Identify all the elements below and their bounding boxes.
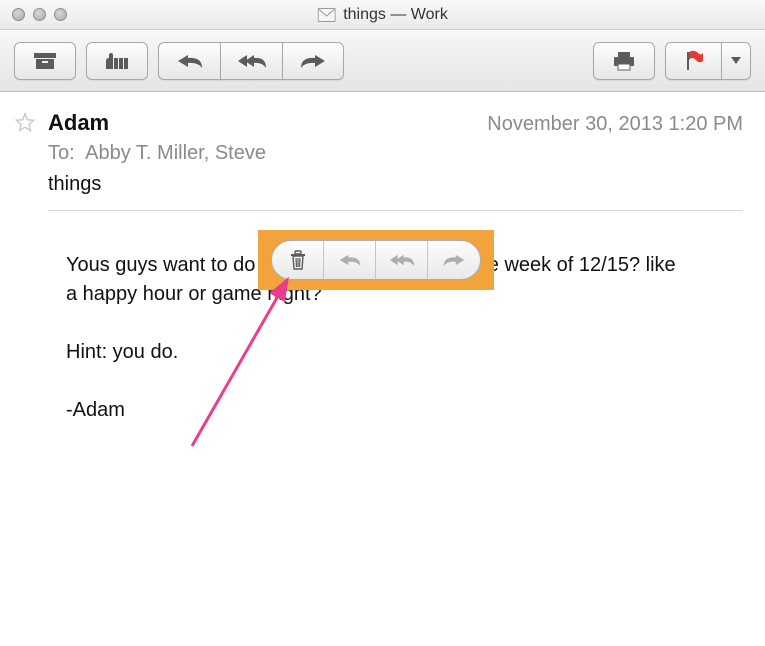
reply-segment — [158, 42, 344, 80]
message-subject: things — [48, 173, 743, 196]
flag-button[interactable] — [665, 42, 721, 80]
star-icon[interactable] — [14, 112, 36, 139]
from-name: Adam — [48, 110, 109, 136]
header-divider — [48, 210, 743, 211]
forward-button[interactable] — [282, 42, 344, 80]
annotation-highlight — [258, 230, 494, 290]
window-titlebar: things — Work — [0, 0, 765, 30]
message-date: November 30, 2013 1:20 PM — [487, 113, 743, 136]
zoom-window-button[interactable] — [54, 8, 67, 21]
message-action-popup — [271, 240, 481, 280]
print-button[interactable] — [593, 42, 655, 80]
reply-all-icon — [389, 252, 415, 268]
toolbar — [0, 30, 765, 92]
minimize-window-button[interactable] — [33, 8, 46, 21]
delete-button[interactable] — [272, 241, 324, 279]
to-label: To: — [48, 142, 75, 164]
envelope-icon — [317, 8, 335, 22]
window-title: things — Work — [343, 6, 448, 24]
flag-menu-button[interactable] — [721, 42, 751, 80]
close-window-button[interactable] — [12, 8, 25, 21]
reply-icon — [338, 252, 362, 268]
message-header: Adam November 30, 2013 1:20 PM To: Abby … — [48, 110, 743, 196]
flag-segment — [665, 42, 751, 80]
reply-all-button[interactable] — [220, 42, 282, 80]
to-recipients: Abby T. Miller, Steve — [85, 142, 266, 164]
popup-forward-button[interactable] — [428, 241, 480, 279]
popup-reply-all-button[interactable] — [376, 241, 428, 279]
popup-reply-button[interactable] — [324, 241, 376, 279]
traffic-lights — [0, 8, 67, 21]
archive-button[interactable] — [14, 42, 76, 80]
reply-button[interactable] — [158, 42, 220, 80]
trash-icon — [289, 250, 307, 270]
junk-button[interactable] — [86, 42, 148, 80]
forward-icon — [442, 252, 466, 268]
chevron-down-icon — [731, 57, 741, 65]
